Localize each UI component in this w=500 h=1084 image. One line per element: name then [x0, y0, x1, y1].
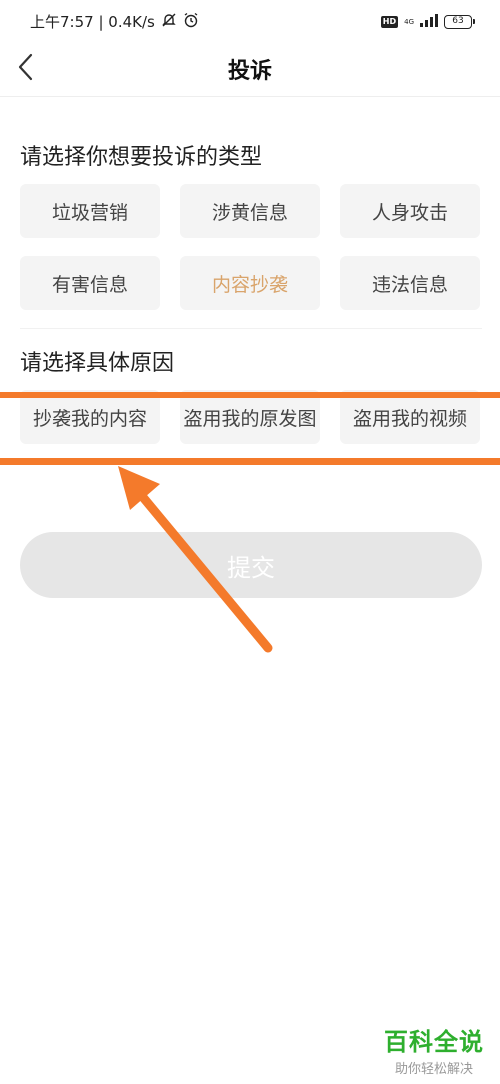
- type-chip-plagiarism[interactable]: 内容抄袭: [180, 256, 320, 310]
- battery-icon: 63: [444, 14, 475, 29]
- type-chip-spam[interactable]: 垃圾营销: [20, 184, 160, 238]
- signal-icon: [420, 12, 438, 31]
- nav-header: 投诉: [0, 44, 500, 97]
- status-bar: 上午7:57 | 0.4K/s HD 4G 63: [0, 0, 500, 44]
- reason-chip-stolen-image[interactable]: 盗用我的原发图: [180, 390, 320, 444]
- watermark-subtitle: 助你轻松解决: [394, 1062, 473, 1077]
- notification-muted-icon: [161, 12, 177, 32]
- reason-chip-copied-content[interactable]: 抄袭我的内容: [20, 390, 160, 444]
- page-title: 投诉: [227, 59, 272, 84]
- type-chip-harmful-info[interactable]: 有害信息: [20, 256, 160, 310]
- status-time-speed: 上午7:57 | 0.4K/s: [30, 13, 155, 31]
- reason-chip-stolen-video[interactable]: 盗用我的视频: [340, 390, 480, 444]
- submit-button[interactable]: 提交: [20, 532, 482, 598]
- hd-badge: HD: [380, 15, 399, 28]
- network-label: 4G: [404, 17, 414, 26]
- type-chip-illegal-info[interactable]: 违法信息: [340, 256, 480, 310]
- network-badge: 4G: [404, 18, 414, 26]
- annotation-line-bottom: [0, 458, 500, 465]
- alarm-icon: [183, 12, 199, 32]
- reason-heading: 请选择具体原因: [20, 351, 175, 376]
- watermark-logo: 百科全说 助你轻松解决: [384, 1022, 484, 1077]
- type-chip-personal-attack[interactable]: 人身攻击: [340, 184, 480, 238]
- type-chip-pornography[interactable]: 涉黄信息: [180, 184, 320, 238]
- complaint-type-heading: 请选择你想要投诉的类型: [20, 145, 263, 170]
- status-right: HD 4G 63: [380, 12, 475, 31]
- watermark-title: 百科全说: [384, 1028, 484, 1056]
- section-divider: [20, 328, 482, 329]
- status-left: 上午7:57 | 0.4K/s: [30, 11, 199, 32]
